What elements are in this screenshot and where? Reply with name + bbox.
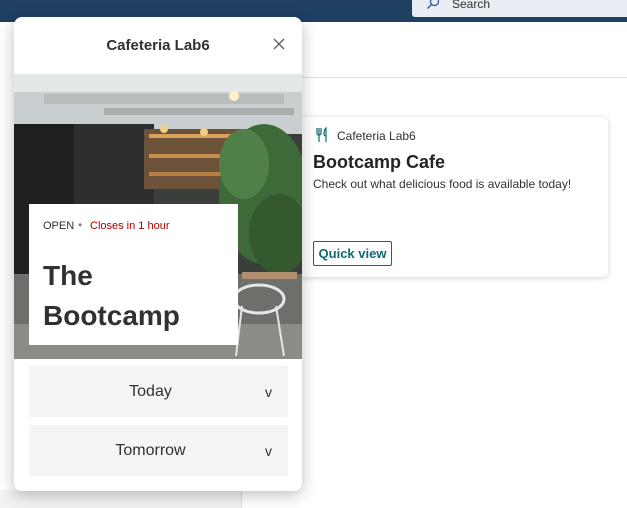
open-status: OPEN <box>43 220 75 232</box>
cafeteria-card: Cafeteria Lab6 Bootcamp Cafe Check out w… <box>299 117 608 277</box>
quick-view-button[interactable]: Quick view <box>313 241 392 266</box>
tomorrow-label: Tomorrow <box>115 442 186 459</box>
status-separator: • <box>78 218 83 232</box>
quick-view-panel: Cafeteria Lab6 OPEN • Closes in 1 hour T… <box>14 17 302 491</box>
panel-title: Cafeteria Lab6 <box>106 37 210 54</box>
fork-knife-icon <box>316 127 327 142</box>
venue-name: The Bootcamp <box>43 260 180 331</box>
search-icon <box>427 0 440 9</box>
cafe-hero-image: OPEN • Closes in 1 hour The Bootcamp <box>14 74 302 359</box>
today-label: Today <box>129 383 172 400</box>
close-icon[interactable] <box>272 37 286 51</box>
card-description: Check out what delicious food is availab… <box>313 177 572 191</box>
bottom-strip <box>0 490 241 508</box>
closing-time: Closes in 1 hour <box>90 220 170 232</box>
search-box[interactable]: Search <box>412 0 627 17</box>
chevron-down-icon: v <box>265 384 272 400</box>
today-section[interactable]: Today v <box>29 366 288 417</box>
search-placeholder: Search <box>452 0 491 11</box>
venue-status-card: OPEN • Closes in 1 hour The Bootcamp <box>29 204 238 345</box>
chevron-down-icon: v <box>265 443 272 459</box>
page-divider <box>300 77 627 78</box>
page-divider-vertical <box>241 490 242 508</box>
card-title: Bootcamp Cafe <box>313 152 446 172</box>
tomorrow-section[interactable]: Tomorrow v <box>29 425 288 476</box>
card-app-name: Cafeteria Lab6 <box>337 129 416 143</box>
